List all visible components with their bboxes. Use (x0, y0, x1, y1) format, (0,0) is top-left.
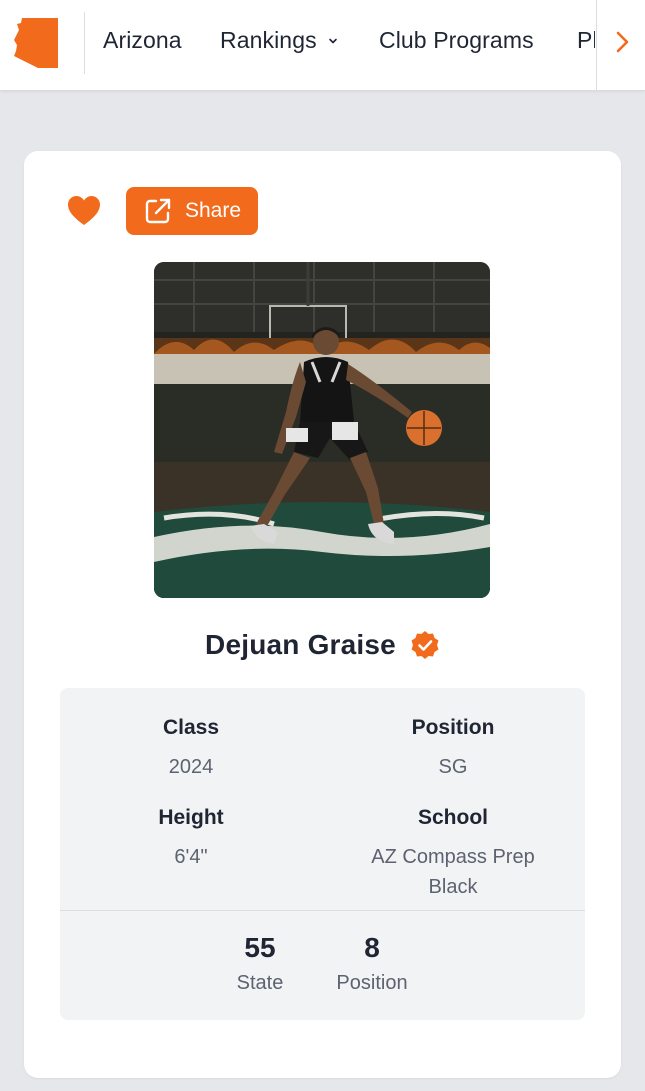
stat-label: Height (158, 806, 224, 829)
position-ranking: 8 Position (322, 932, 422, 995)
stat-value: SG (438, 756, 468, 778)
school-name-line: Black (428, 876, 478, 898)
stat-label: School (417, 806, 488, 829)
stat-school: School AZ Compass Prep Black (322, 806, 584, 902)
nav-item-arizona[interactable]: Arizona (103, 27, 182, 54)
chevron-down-icon (328, 38, 337, 43)
nav-divider (596, 0, 597, 91)
nav-item-label: Pl (577, 27, 595, 53)
nav-item-players[interactable]: Pl (577, 27, 595, 54)
verified-badge-icon (411, 631, 439, 659)
rank-label: State (236, 972, 284, 994)
stat-value: AZ Compass Prep Black (322, 842, 584, 902)
rank-number: 8 (364, 932, 380, 963)
rank-label: Position (336, 972, 408, 994)
nav-item-label: Arizona (103, 27, 182, 53)
chevron-right-icon[interactable] (610, 30, 634, 54)
stat-value: 2024 (168, 756, 214, 778)
school-name-line: AZ Compass Prep (371, 846, 535, 868)
share-label: Share (184, 199, 242, 222)
nav-item-label: Club Programs (379, 27, 534, 53)
stat-label: Class (162, 716, 220, 739)
share-button[interactable]: Share (126, 187, 258, 235)
stat-class: Class 2024 (60, 716, 322, 782)
player-profile-card: Share Dejuan Graise Class 2024 Position … (24, 151, 621, 1078)
player-details: Class 2024 Position SG Height 6'4" Schoo… (60, 688, 585, 1020)
nav-item-label: Rankings (220, 27, 317, 53)
stat-label: Position (411, 716, 495, 739)
player-name-row: Dejuan Graise (24, 625, 621, 665)
stat-value: 6'4" (174, 846, 208, 868)
stat-height: Height 6'4" (60, 806, 322, 872)
stat-position: Position SG (322, 716, 584, 782)
nav-divider (84, 12, 85, 74)
player-photo (154, 262, 490, 598)
nav-item-club-programs[interactable]: Club Programs (379, 27, 534, 54)
divider (60, 910, 585, 911)
player-name: Dejuan Graise (205, 629, 396, 660)
top-nav: Arizona Rankings Club Programs Pl (0, 0, 645, 91)
nav-menu: Arizona Rankings Club Programs Pl (103, 0, 595, 86)
heart-icon[interactable] (67, 195, 101, 227)
nav-item-rankings[interactable]: Rankings (220, 27, 338, 54)
external-link-icon (145, 198, 171, 224)
arizona-state-shape-icon[interactable] (14, 18, 58, 68)
rank-number: 55 (244, 932, 276, 963)
state-ranking: 55 State (220, 932, 300, 995)
